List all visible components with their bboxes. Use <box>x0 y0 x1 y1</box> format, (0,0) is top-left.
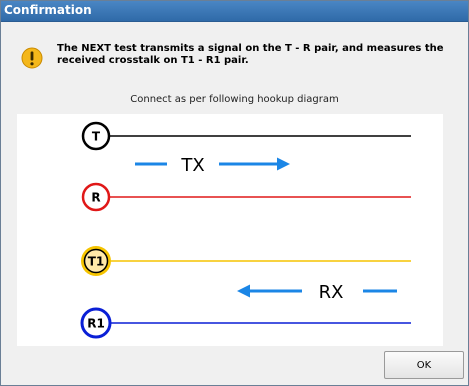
message-text: The NEXT test transmits a signal on the … <box>57 43 444 66</box>
tx-arrow: TX <box>135 155 290 176</box>
t-node: T <box>81 121 111 151</box>
hookup-diagram: T TX R T1 RX R1 <box>17 114 443 346</box>
rx-label: RX <box>319 282 344 303</box>
r-node: R <box>81 182 111 212</box>
r1-node-label: R1 <box>87 317 105 331</box>
ok-button[interactable]: OK <box>384 351 464 379</box>
rx-arrow: RX <box>237 282 397 303</box>
r-node-label: R <box>91 191 100 205</box>
t1-node-label: T1 <box>88 255 105 269</box>
tx-label: TX <box>180 155 204 176</box>
window-title: Confirmation <box>4 3 92 17</box>
warning-icon <box>21 47 43 69</box>
t1-node: T1 <box>81 246 111 276</box>
message-area: The NEXT test transmits a signal on the … <box>15 37 460 95</box>
r1-node: R1 <box>80 307 112 339</box>
instruction-text: Connect as per following hookup diagram <box>130 94 339 105</box>
confirmation-dialog: Confirmation The NEXT test transmits a s… <box>0 0 469 386</box>
t-node-label: T <box>92 130 101 144</box>
title-bar[interactable]: Confirmation <box>1 1 468 22</box>
